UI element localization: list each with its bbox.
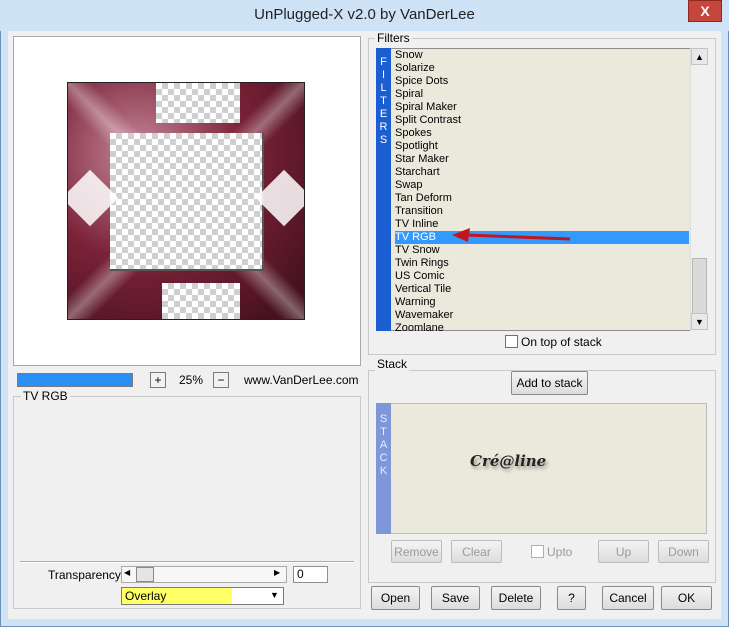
- slider-thumb[interactable]: [136, 567, 154, 582]
- filter-item[interactable]: Swap: [395, 179, 423, 192]
- transparent-center: [110, 133, 264, 271]
- stack-side-bar: S T A C K: [376, 403, 391, 534]
- filters-bar-letter: E: [379, 108, 388, 120]
- zoom-in-button[interactable]: +: [150, 372, 166, 388]
- filter-item[interactable]: Solarize: [395, 62, 435, 75]
- filter-item[interactable]: Star Maker: [395, 153, 449, 166]
- filter-item[interactable]: Spice Dots: [395, 75, 448, 88]
- upto-checkbox[interactable]: [531, 545, 544, 558]
- filter-item[interactable]: Zoomlane: [395, 322, 444, 335]
- stack-bar-letter: C: [379, 452, 388, 464]
- filter-item[interactable]: TV Inline: [395, 218, 438, 231]
- blend-mode-value: Overlay: [125, 589, 167, 603]
- filter-item[interactable]: Spokes: [395, 127, 432, 140]
- filter-item[interactable]: Spiral: [395, 88, 423, 101]
- transparency-input[interactable]: 0: [293, 566, 328, 583]
- remove-button[interactable]: Remove: [391, 540, 442, 563]
- preview-image: [67, 82, 305, 320]
- slider-right-arrow[interactable]: ▶: [274, 568, 280, 577]
- filters-bar-letter: F: [380, 56, 387, 68]
- chevron-down-icon[interactable]: ▼: [270, 590, 279, 600]
- minus-icon: −: [217, 373, 225, 387]
- filter-item[interactable]: Spiral Maker: [395, 101, 457, 114]
- settings-group-label: TV RGB: [21, 389, 70, 403]
- transparent-top-left: [156, 83, 240, 123]
- zoom-value: 25%: [179, 373, 204, 387]
- slider-left-arrow[interactable]: ◀: [124, 568, 130, 577]
- close-button[interactable]: X: [688, 0, 722, 22]
- filter-item[interactable]: Tan Deform: [395, 192, 452, 205]
- close-icon: X: [700, 3, 710, 19]
- stack-bar-letter: A: [379, 439, 388, 451]
- filter-item[interactable]: Wavemaker: [395, 309, 453, 322]
- filter-item[interactable]: Warning: [395, 296, 436, 309]
- website-link[interactable]: www.VanDerLee.com: [244, 373, 359, 387]
- stack-group-label: Stack: [375, 357, 410, 371]
- filters-side-bar: F I L T E R S: [376, 48, 391, 331]
- cancel-button[interactable]: Cancel: [602, 586, 654, 610]
- filters-scrollbar[interactable]: ▲ ▼: [690, 48, 708, 331]
- transparency-label: Transparency: [48, 568, 121, 582]
- filters-bar-letter: R: [379, 121, 388, 133]
- settings-divider: [20, 561, 354, 563]
- transparency-value: 0: [297, 567, 304, 581]
- transparency-slider[interactable]: ◀ ▶: [121, 566, 287, 583]
- add-to-stack-button[interactable]: Add to stack: [511, 371, 588, 395]
- zoom-progress-bar: [17, 373, 133, 387]
- filter-item[interactable]: Spotlight: [395, 140, 438, 153]
- transparent-bottom: [162, 283, 240, 319]
- filters-bar-letter: I: [381, 69, 386, 81]
- ok-button[interactable]: OK: [661, 586, 712, 610]
- up-button[interactable]: Up: [598, 540, 649, 563]
- stack-bar-letter: T: [380, 426, 387, 438]
- red-arrow-annotation: [452, 228, 571, 242]
- stack-bar-letter: S: [379, 413, 388, 425]
- upto-label: Upto: [547, 545, 573, 559]
- watermark-signature: Cré@line: [470, 452, 547, 470]
- filter-item[interactable]: Vertical Tile: [395, 283, 451, 296]
- filter-item[interactable]: US Comic: [395, 270, 445, 283]
- on-top-label: On top of stack: [521, 335, 602, 349]
- delete-button[interactable]: Delete: [491, 586, 541, 610]
- filters-bar-letter: S: [379, 134, 388, 146]
- scroll-down-arrow[interactable]: ▼: [691, 313, 708, 330]
- open-button[interactable]: Open: [371, 586, 420, 610]
- zoom-out-button[interactable]: −: [213, 372, 229, 388]
- filter-item[interactable]: Twin Rings: [395, 257, 449, 270]
- save-button[interactable]: Save: [431, 586, 480, 610]
- window-title: UnPlugged-X v2.0 by VanDerLee: [254, 6, 475, 23]
- filter-item[interactable]: Snow: [395, 49, 423, 62]
- scroll-thumb[interactable]: [692, 258, 707, 318]
- filters-bar-letter: T: [380, 95, 387, 107]
- filters-group-label: Filters: [375, 31, 412, 45]
- stack-bar-letter: K: [379, 465, 388, 477]
- down-button[interactable]: Down: [658, 540, 709, 563]
- filters-bar-letter: L: [380, 82, 387, 94]
- filter-item[interactable]: Transition: [395, 205, 443, 218]
- help-button[interactable]: ?: [557, 586, 586, 610]
- filter-item[interactable]: TV Snow: [395, 244, 440, 257]
- filter-item[interactable]: Starchart: [395, 166, 440, 179]
- blend-mode-select[interactable]: Overlay ▼: [121, 587, 284, 605]
- clear-button[interactable]: Clear: [451, 540, 502, 563]
- on-top-checkbox[interactable]: [505, 335, 518, 348]
- plus-icon: +: [154, 373, 162, 387]
- filter-item[interactable]: Split Contrast: [395, 114, 461, 127]
- scroll-up-arrow[interactable]: ▲: [691, 48, 708, 65]
